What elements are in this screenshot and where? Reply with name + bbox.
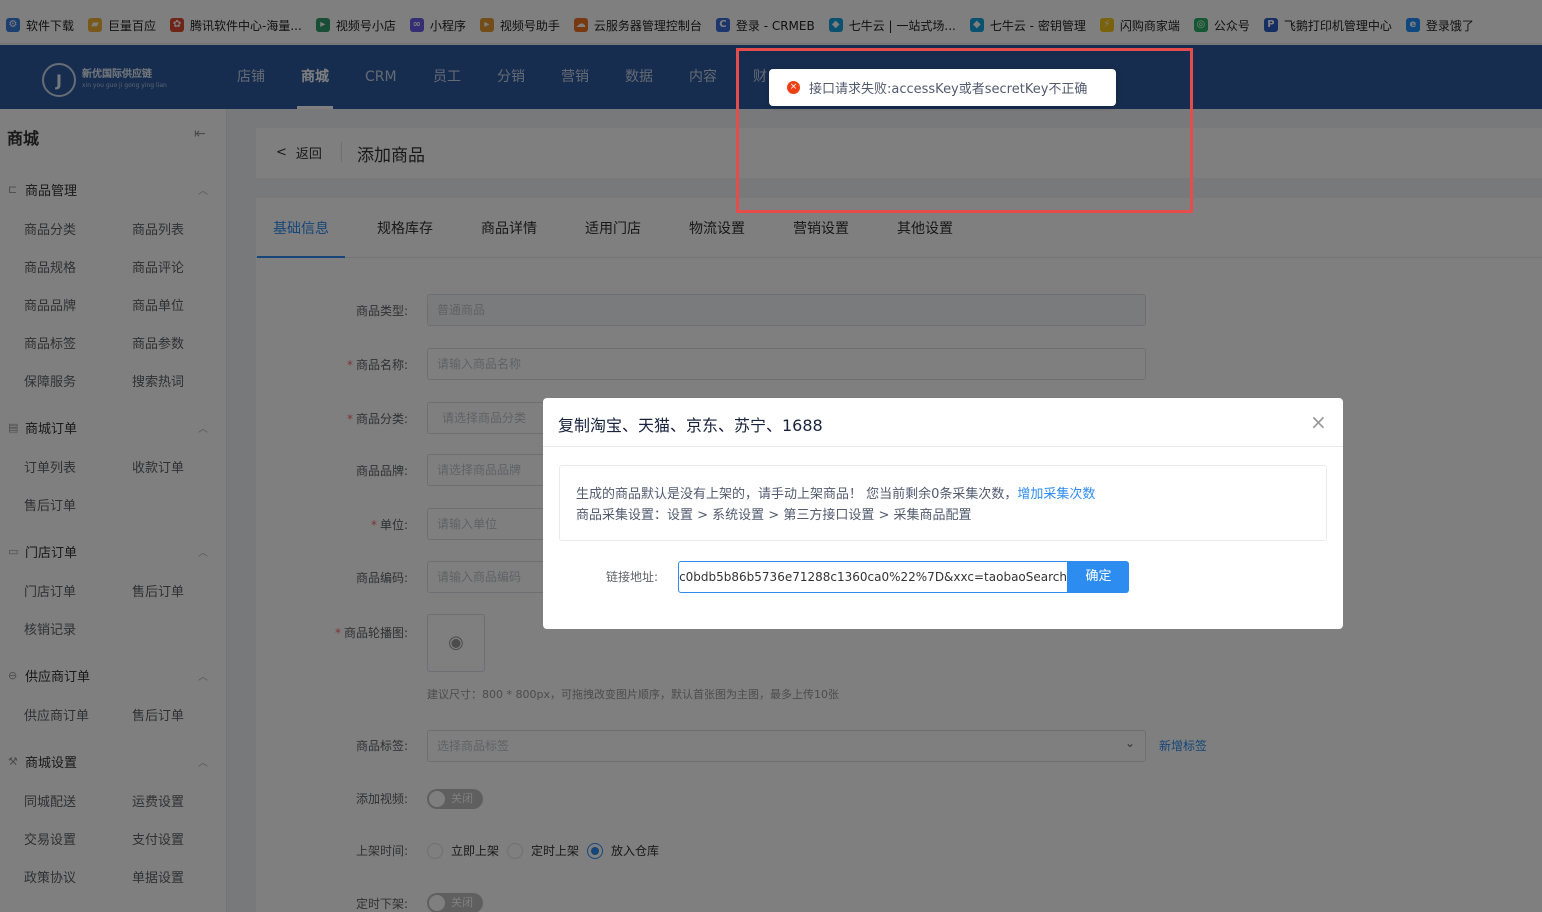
modal-notice	[559, 465, 1327, 541]
link-input[interactable]: 28782c0bdb5b86b5736e71288c1360ca0%22%7D&…	[678, 561, 1068, 593]
close-icon[interactable]: ×	[1310, 410, 1327, 434]
confirm-button[interactable]: 确定	[1068, 561, 1129, 593]
link-label: 链接地址:	[606, 570, 659, 584]
modal-title: 复制淘宝、天猫、京东、苏宁、1688	[558, 416, 823, 435]
link-value: 28782c0bdb5b86b5736e71288c1360ca0%22%7D&…	[678, 570, 1067, 584]
modal-divider	[543, 446, 1343, 447]
notice-line-2: 商品采集设置：设置 > 系统设置 > 第三方接口设置 > 采集商品配置	[576, 508, 972, 523]
highlight-box	[736, 48, 1193, 213]
notice-line-1: 生成的商品默认是没有上架的，请手动上架商品！ 您当前剩余0条采集次数，增加采集次…	[576, 487, 1096, 502]
add-collect-count-link[interactable]: 增加采集次数	[1017, 487, 1095, 502]
